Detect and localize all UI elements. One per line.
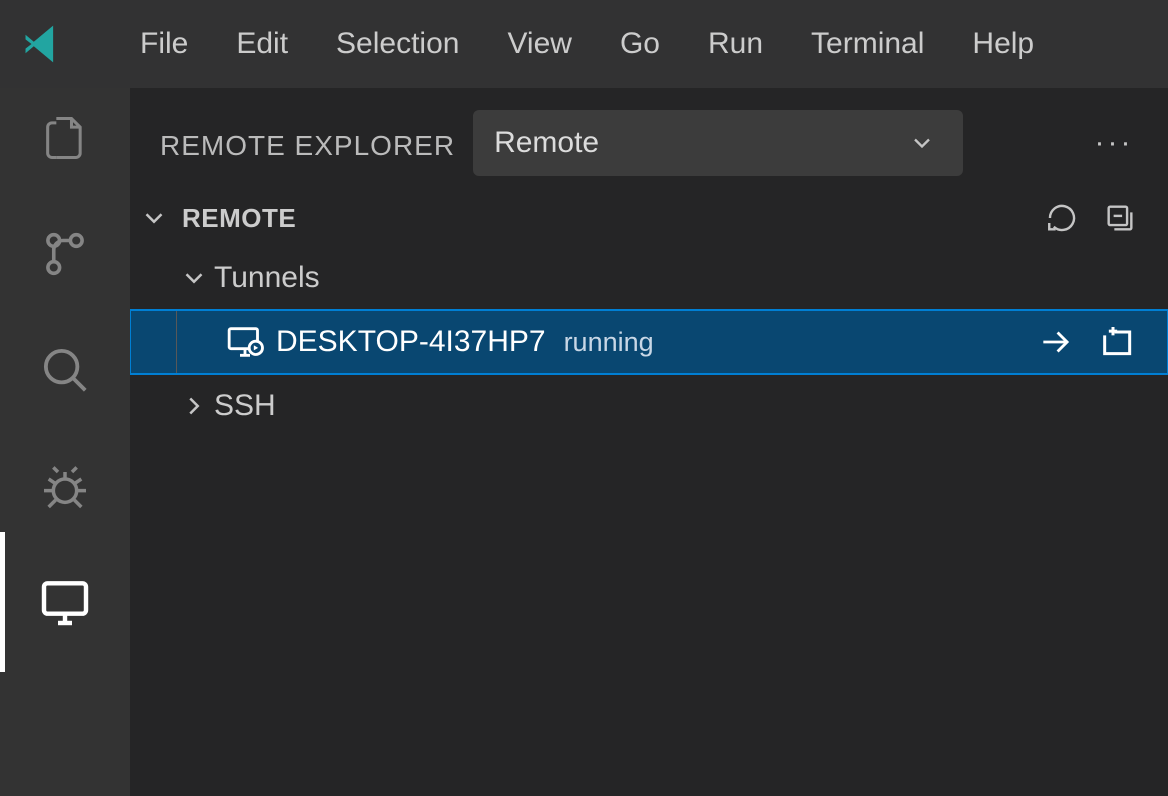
connect-in-new-window-button[interactable] <box>1098 322 1138 362</box>
activity-explorer-icon[interactable] <box>35 108 95 168</box>
activity-source-control-icon[interactable] <box>35 224 95 284</box>
menu-edit[interactable]: Edit <box>212 19 312 69</box>
menu-go[interactable]: Go <box>596 19 684 69</box>
tree-group-tunnels[interactable]: Tunnels <box>130 246 1168 310</box>
tree-group-ssh[interactable]: SSH <box>130 374 1168 438</box>
connect-in-current-window-button[interactable] <box>1036 322 1076 362</box>
menu-file[interactable]: File <box>116 19 212 69</box>
workbench: REMOTE EXPLORER Remote ··· REMOTE <box>0 88 1168 796</box>
remote-target-selected: Remote <box>494 126 599 160</box>
menu-run[interactable]: Run <box>684 19 787 69</box>
chevron-down-icon <box>174 258 214 298</box>
sidebar-header: REMOTE EXPLORER Remote ··· <box>130 88 1168 186</box>
menu-terminal[interactable]: Terminal <box>787 19 948 69</box>
more-actions-button[interactable]: ··· <box>1090 126 1138 160</box>
remote-machine-icon <box>224 321 266 363</box>
menu-view[interactable]: View <box>483 19 595 69</box>
remote-target-select[interactable]: Remote <box>473 110 963 176</box>
activity-search-icon[interactable] <box>35 340 95 400</box>
section-header-remote[interactable]: REMOTE <box>130 186 1168 246</box>
tree-group-label: SSH <box>214 389 276 423</box>
tunnel-name: DESKTOP-4I37HP7 <box>276 325 546 359</box>
menubar: File Edit Selection View Go Run Terminal… <box>0 0 1168 88</box>
chevron-down-icon <box>136 200 172 236</box>
activity-remote-explorer-icon[interactable] <box>35 572 95 632</box>
tunnel-row-actions <box>1036 322 1138 362</box>
chevron-down-icon <box>908 129 936 157</box>
menu-selection[interactable]: Selection <box>312 19 483 69</box>
vscode-logo-icon <box>18 19 68 69</box>
tunnel-status: running <box>564 327 654 358</box>
collapse-all-button[interactable] <box>1102 200 1138 236</box>
tunnel-item[interactable]: DESKTOP-4I37HP7 running <box>130 310 1168 374</box>
refresh-button[interactable] <box>1044 200 1080 236</box>
section-actions <box>1044 200 1138 236</box>
activity-bar <box>0 88 130 796</box>
remote-explorer-sidebar: REMOTE EXPLORER Remote ··· REMOTE <box>130 88 1168 796</box>
tree-group-label: Tunnels <box>214 261 320 295</box>
chevron-right-icon <box>174 386 214 426</box>
activity-debug-icon[interactable] <box>35 456 95 516</box>
remote-tree: Tunnels DESKTOP-4I37HP7 running <box>130 246 1168 438</box>
section-title: REMOTE <box>182 203 296 234</box>
sidebar-title: REMOTE EXPLORER <box>160 124 455 162</box>
menu-help[interactable]: Help <box>948 19 1058 69</box>
